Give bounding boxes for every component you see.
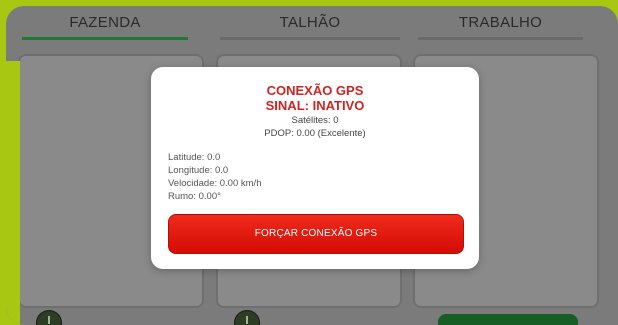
dialog-title: CONEXÃO GPS <box>266 83 364 98</box>
tab-talhao-label: TALHÃO <box>279 14 341 31</box>
tab-bar: FAZENDA TALHÃO TRABALHO <box>6 6 618 42</box>
tab-fazenda-label: FAZENDA <box>69 14 141 31</box>
power-icon[interactable] <box>234 310 260 325</box>
signal-status: SINAL: INATIVO <box>265 98 365 113</box>
tab-trabalho-label: TRABALHO <box>458 14 543 31</box>
satellites-count: Satélites: 0 <box>291 115 339 126</box>
tab-talhao-indicator <box>220 37 400 40</box>
tab-trabalho[interactable]: TRABALHO <box>418 6 583 42</box>
tab-talhao[interactable]: TALHÃO <box>220 6 400 42</box>
tab-trabalho-indicator <box>418 37 583 40</box>
longitude-value: Longitude: 0.0 <box>168 165 229 176</box>
lime-edge <box>6 61 20 325</box>
force-gps-connection-button[interactable]: FORÇAR CONEXÃO GPS <box>168 214 464 254</box>
pdop-value: PDOP: 0.00 (Excelente) <box>264 128 366 139</box>
gps-connection-dialog: CONEXÃO GPS SINAL: INATIVO Satélites: 0 … <box>151 67 479 269</box>
power-icon[interactable] <box>36 310 62 325</box>
action-button[interactable] <box>438 314 578 325</box>
heading-value: Rumo: 0.00° <box>168 191 221 202</box>
tab-fazenda[interactable]: FAZENDA <box>22 6 188 42</box>
latitude-value: Latitude: 0.0 <box>168 152 221 163</box>
speed-value: Velocidade: 0.00 km/h <box>168 178 262 189</box>
tab-fazenda-indicator <box>22 37 188 40</box>
